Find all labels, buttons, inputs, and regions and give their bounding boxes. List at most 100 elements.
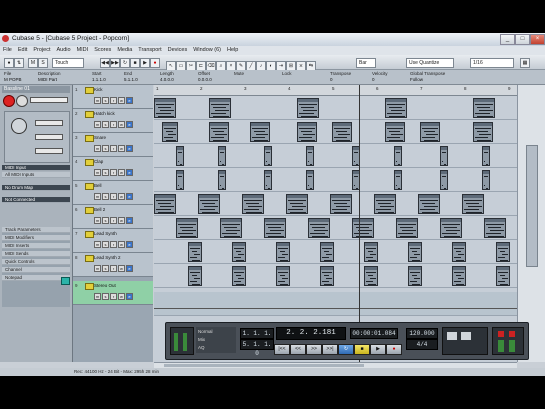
midi-part[interactable] (452, 242, 466, 262)
inspector-section-channel[interactable]: Channel (2, 267, 70, 273)
write-automation-button[interactable]: w (118, 265, 125, 272)
sync-button[interactable] (461, 332, 471, 340)
midi-part[interactable] (242, 194, 264, 214)
grid-type-select[interactable]: Use Quantize (406, 58, 454, 68)
infoline-value-1[interactable]: MIDI Part (38, 77, 57, 82)
midi-part[interactable] (418, 194, 440, 214)
track-header[interactable]: 2 Hatch kick m s r w e (73, 109, 153, 133)
solo-button[interactable]: s (102, 293, 109, 300)
midi-part[interactable] (297, 122, 317, 142)
midi-part[interactable] (286, 194, 308, 214)
project-cursor[interactable] (359, 85, 360, 362)
infoline-value-0[interactable]: M POPB (4, 77, 22, 82)
track-status-indicator[interactable] (85, 255, 94, 262)
midi-part[interactable] (332, 122, 352, 142)
infoline-value-2[interactable]: 1.1.1.0 (92, 77, 106, 82)
infoline-value-3[interactable]: 5.1.1.0 (124, 77, 138, 82)
write-automation-button[interactable]: w (118, 169, 125, 176)
tempo-display[interactable]: 120.000 (406, 328, 438, 339)
solo-button[interactable]: s (102, 97, 109, 104)
infoline-value-5[interactable]: 0.0.0.0 (198, 77, 212, 82)
track-status-indicator[interactable] (85, 231, 94, 238)
mute-button[interactable]: m (94, 145, 101, 152)
signature-display[interactable]: 4/4 (406, 339, 438, 350)
midi-part[interactable] (264, 146, 272, 166)
inspector-section-midi-inserts[interactable]: MIDI Inserts (2, 243, 70, 249)
midi-input-select[interactable]: MIDI Input (2, 165, 70, 171)
record-button[interactable]: ● (150, 58, 160, 68)
menu-item-devices[interactable]: Devices (165, 46, 191, 55)
solo-button[interactable]: s (102, 169, 109, 176)
edit-instrument-button[interactable]: e (126, 293, 133, 300)
write-automation-button[interactable]: w (118, 121, 125, 128)
mute-button[interactable]: m (94, 217, 101, 224)
midi-part[interactable] (330, 194, 352, 214)
midi-part[interactable] (220, 218, 242, 238)
track-header[interactable]: 9 Stereo Out m s r w e (73, 281, 153, 305)
left-locator-display[interactable]: 1. 1. 1. 0 (240, 328, 274, 346)
midi-part[interactable] (232, 242, 246, 262)
midi-part[interactable] (374, 194, 396, 214)
rewind-transport-button[interactable]: << (290, 344, 306, 355)
write-automation-button[interactable]: w (118, 293, 125, 300)
menu-item-help[interactable]: Help (224, 46, 241, 55)
track-header[interactable]: 3 Snare m s r w e (73, 133, 153, 157)
midi-part[interactable] (218, 170, 226, 190)
inspector-section-notepad[interactable]: Notepad (2, 275, 70, 281)
track-name[interactable]: Snare (94, 135, 106, 140)
forward-button[interactable]: ▶▶ (110, 58, 120, 68)
midi-part[interactable] (484, 218, 506, 238)
right-locator-display[interactable]: 5. 1. 1. 0 (240, 339, 274, 357)
midi-part[interactable] (162, 122, 178, 142)
goto-end-button[interactable]: >>| (322, 344, 338, 355)
mute-button[interactable]: m (94, 241, 101, 248)
track-lane[interactable] (154, 144, 517, 168)
menu-item-transport[interactable]: Transport (135, 46, 164, 55)
track-lane[interactable] (154, 168, 517, 192)
record-enable-icon[interactable] (3, 95, 15, 107)
midi-part[interactable] (209, 122, 229, 142)
track-name[interactable]: Clap (94, 159, 103, 164)
solo-global-button[interactable]: S (38, 58, 48, 68)
track-name[interactable]: Stereo Out (94, 283, 116, 288)
track-name[interactable]: Bell (94, 183, 102, 188)
primary-time-display[interactable]: 2. 2. 2.181 (276, 327, 346, 340)
midi-part[interactable] (364, 266, 378, 286)
mute-button[interactable]: m (94, 293, 101, 300)
track-status-indicator[interactable] (85, 135, 94, 142)
midi-part[interactable] (408, 266, 422, 286)
menu-item-midi[interactable]: MIDI (74, 46, 92, 55)
write-automation-button[interactable]: w (118, 217, 125, 224)
infoline-value-10[interactable]: Follow (410, 77, 423, 82)
color-select-icon[interactable]: ▦ (520, 58, 530, 68)
solo-button[interactable]: s (102, 265, 109, 272)
write-automation-button[interactable]: w (118, 193, 125, 200)
write-automation-button[interactable]: w (118, 97, 125, 104)
inspector-section-midi-sends[interactable]: MIDI Sends (2, 251, 70, 257)
track-name[interactable]: Bell 2 (94, 207, 105, 212)
inspector-section-track-parameters[interactable]: Track Parameters (2, 227, 70, 233)
midi-part[interactable] (440, 146, 448, 166)
menu-item-window-6[interactable]: Window (6) (190, 46, 224, 55)
menu-item-edit[interactable]: Edit (15, 46, 30, 55)
read-automation-button[interactable]: r (110, 97, 117, 104)
horizontal-scroll-thumb[interactable] (164, 364, 364, 367)
track-name[interactable]: Lead Synth 2 (94, 255, 121, 260)
midi-part[interactable] (176, 170, 184, 190)
cycle-transport-button[interactable]: ↻ (338, 344, 354, 355)
midi-part[interactable] (188, 242, 202, 262)
midi-part[interactable] (198, 194, 220, 214)
edit-instrument-button[interactable]: e (126, 97, 133, 104)
inspector-section-midi-modifiers[interactable]: MIDI Modifiers (2, 235, 70, 241)
menu-item-project[interactable]: Project (30, 46, 53, 55)
midi-part[interactable] (496, 266, 510, 286)
midi-part[interactable] (385, 122, 405, 142)
midi-part[interactable] (482, 146, 490, 166)
quantize-select[interactable]: 1/16 (470, 58, 514, 68)
read-automation-button[interactable]: r (110, 121, 117, 128)
edit-instrument-button[interactable]: e (126, 217, 133, 224)
inspector-track-name[interactable]: Bassline 01 (2, 86, 70, 93)
midi-part[interactable] (440, 218, 462, 238)
mute-button[interactable]: m (94, 121, 101, 128)
midi-part[interactable] (218, 146, 226, 166)
